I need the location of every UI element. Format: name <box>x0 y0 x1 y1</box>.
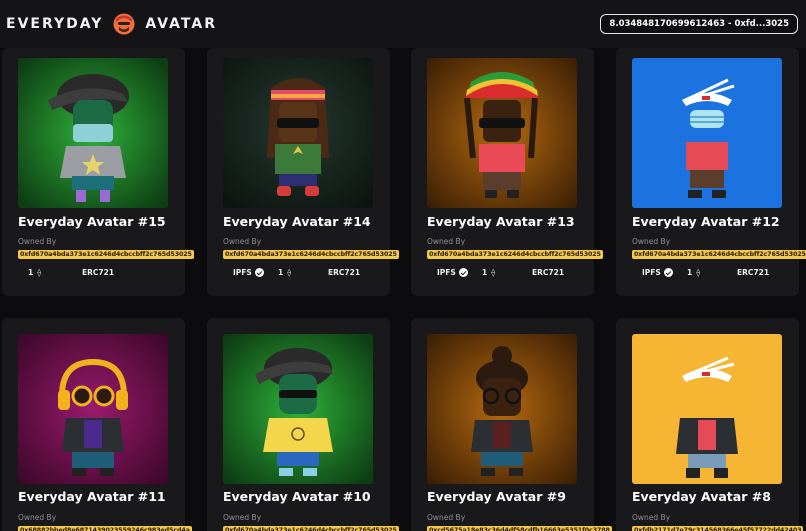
owner-address[interactable]: 0xfd670a4bda373e1c6246d4cbccbff2c765d530… <box>223 250 399 259</box>
avatar-image[interactable] <box>18 334 168 484</box>
avatar-image[interactable] <box>223 58 373 208</box>
nft-card[interactable]: Everyday Avatar #13 Owned By 0xfd670a4bd… <box>411 48 603 296</box>
check-circle-icon <box>254 268 264 277</box>
owner-address[interactable]: 0x68882bbed8e6871439023559246c983ed5cd4a <box>18 526 192 531</box>
price: 1 ⟠ <box>687 268 701 277</box>
ethereum-icon: ⟠ <box>287 268 292 277</box>
brand-text-right: AVATAR <box>145 16 217 32</box>
ipfs-badge[interactable]: IPFS <box>437 268 482 277</box>
check-circle-icon <box>458 268 468 277</box>
card-title[interactable]: Everyday Avatar #15 <box>18 214 166 229</box>
card-meta: IPFS 1 ⟠ ERC721 <box>233 268 360 277</box>
ipfs-badge[interactable]: IPFS <box>233 268 278 277</box>
nft-card[interactable]: Everyday Avatar #10 Owned By 0xfd670a4bd… <box>207 318 399 531</box>
card-meta: 1 ⟠ ERC721 <box>28 268 114 277</box>
nft-card[interactable]: Everyday Avatar #9 Owned By 0xcd5675a18e… <box>411 318 612 531</box>
card-title[interactable]: Everyday Avatar #12 <box>632 214 780 229</box>
avatar-image[interactable] <box>632 334 782 484</box>
card-title[interactable]: Everyday Avatar #8 <box>632 489 771 504</box>
card-meta: IPFS 1 ⟠ ERC721 <box>642 268 769 277</box>
nft-card[interactable]: Everyday Avatar #12 Owned By 0xfd670a4bd… <box>616 48 806 296</box>
nft-card[interactable]: Everyday Avatar #8 Owned By 0xfdb2171d7e… <box>616 318 804 531</box>
owned-by-label: Owned By <box>427 513 466 522</box>
nft-card[interactable]: Everyday Avatar #14 Owned By 0xfd670a4bd… <box>207 48 399 296</box>
card-title[interactable]: Everyday Avatar #9 <box>427 489 566 504</box>
owned-by-label: Owned By <box>632 237 671 246</box>
check-circle-icon <box>663 268 673 277</box>
card-title[interactable]: Everyday Avatar #13 <box>427 214 575 229</box>
price: 1 ⟠ <box>278 268 292 277</box>
token-standard: ERC721 <box>82 268 115 277</box>
owned-by-label: Owned By <box>632 513 671 522</box>
card-meta: IPFS 1 ⟠ ERC721 <box>437 268 564 277</box>
avatar-image[interactable] <box>427 334 577 484</box>
brand[interactable]: EVERYDAY AVATAR <box>6 13 217 35</box>
owner-address[interactable]: 0xfd670a4bda373e1c6246d4cbccbff2c765d530… <box>427 250 603 259</box>
top-bar: EVERYDAY AVATAR 8.034848170699612463 - 0… <box>0 0 806 48</box>
owned-by-label: Owned By <box>18 237 57 246</box>
token-standard: ERC721 <box>328 268 361 277</box>
owned-by-label: Owned By <box>427 237 466 246</box>
nft-card[interactable]: Everyday Avatar #15 Owned By 0xfd670a4bd… <box>2 48 194 296</box>
owned-by-label: Owned By <box>18 513 57 522</box>
ipfs-badge[interactable]: IPFS <box>642 268 687 277</box>
price: 1 ⟠ <box>482 268 496 277</box>
avatar-image[interactable] <box>427 58 577 208</box>
avatar-face-logo-icon <box>113 13 135 35</box>
ethereum-icon: ⟠ <box>696 268 701 277</box>
token-standard: ERC721 <box>737 268 770 277</box>
owner-address[interactable]: 0xcd5675a18e83c36d4df58cdfb16663e5351f0c… <box>427 526 612 531</box>
owner-address[interactable]: 0xfd670a4bda373e1c6246d4cbccbff2c765d530… <box>223 526 399 531</box>
avatar-image[interactable] <box>18 58 168 208</box>
card-title[interactable]: Everyday Avatar #11 <box>18 489 166 504</box>
owner-address[interactable]: 0xfd670a4bda373e1c6246d4cbccbff2c765d530… <box>632 250 806 259</box>
avatar-image[interactable] <box>632 58 782 208</box>
card-title[interactable]: Everyday Avatar #14 <box>223 214 371 229</box>
brand-text-left: EVERYDAY <box>6 16 104 32</box>
ethereum-icon: ⟠ <box>37 268 42 277</box>
owned-by-label: Owned By <box>223 513 262 522</box>
ethereum-icon: ⟠ <box>491 268 496 277</box>
nft-card[interactable]: Everyday Avatar #11 Owned By 0x68882bbed… <box>2 318 192 531</box>
card-title[interactable]: Everyday Avatar #10 <box>223 489 371 504</box>
token-standard: ERC721 <box>532 268 565 277</box>
owner-address[interactable]: 0xfd670a4bda373e1c6246d4cbccbff2c765d530… <box>18 250 194 259</box>
price: 1 ⟠ <box>28 268 42 277</box>
avatar-grid: Everyday Avatar #15 Owned By 0xfd670a4bd… <box>0 48 806 531</box>
owned-by-label: Owned By <box>223 237 262 246</box>
avatar-image[interactable] <box>223 334 373 484</box>
owner-address[interactable]: 0xfdb2171d7e79c314568366e45f57722dd42403 <box>632 526 804 531</box>
wallet-balance-button[interactable]: 8.034848170699612463 - 0xfd...3025 <box>600 14 798 34</box>
